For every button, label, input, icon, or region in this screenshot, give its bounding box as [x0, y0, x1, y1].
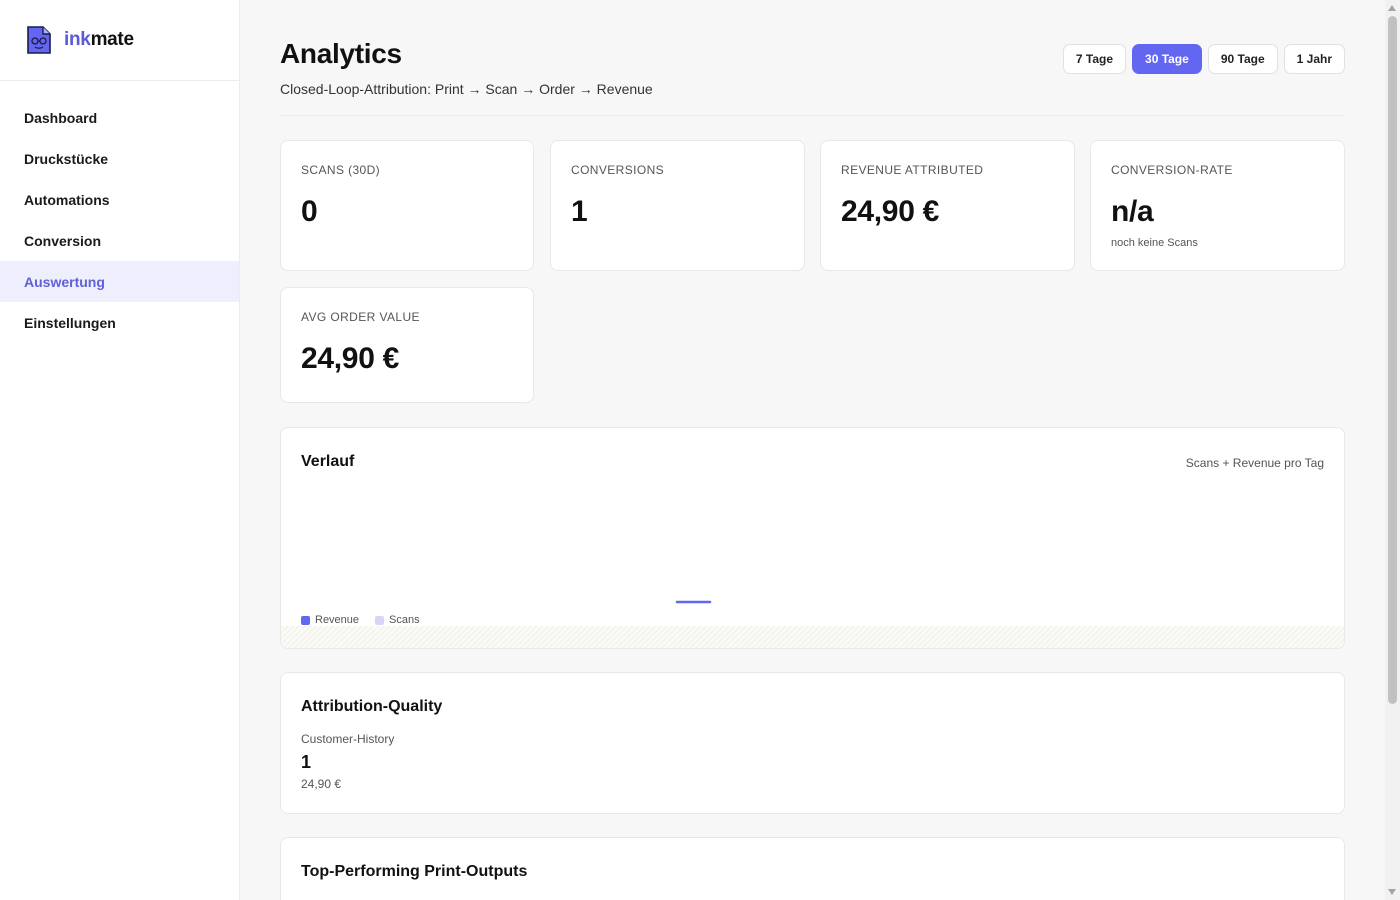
- page-scrollbar[interactable]: [1385, 0, 1400, 900]
- legend-item-scans: Scans: [375, 614, 420, 626]
- range-7-days-button[interactable]: 7 Tage: [1062, 44, 1127, 74]
- kpi-label: CONVERSION-RATE: [1111, 163, 1233, 177]
- sidebar-item-dashboard[interactable]: Dashboard: [0, 97, 239, 138]
- legend-item-revenue: Revenue: [301, 614, 359, 626]
- revenue-swatch: [301, 615, 310, 625]
- kpi-value: 1: [571, 195, 588, 228]
- range-1-year-button[interactable]: 1 Jahr: [1283, 44, 1345, 74]
- kpi-label: SCANS (30D): [301, 163, 381, 177]
- date-range-selector: 7 Tage 30 Tage 90 Tage 1 Jahr: [1062, 44, 1345, 74]
- range-30-days-button[interactable]: 30 Tage: [1132, 44, 1202, 74]
- sidebar-item-automations[interactable]: Automations: [0, 179, 239, 220]
- kpi-value: n/a: [1111, 195, 1154, 228]
- page-header: Analytics Closed-Loop-Attribution: Print…: [280, 0, 1345, 116]
- kpi-value: 24,90 €: [841, 195, 939, 228]
- kpi-card-revenue-attributed: REVENUE ATTRIBUTED 24,90 €: [820, 140, 1075, 271]
- scroll-thumb[interactable]: [1388, 16, 1397, 704]
- chart-footer: [281, 626, 1344, 648]
- customer-history-label: Customer-History: [301, 732, 395, 746]
- kpi-card-scans: SCANS (30D) 0: [280, 140, 534, 271]
- kpi-label: AVG ORDER VALUE: [301, 310, 420, 324]
- sidebar-item-einstellungen[interactable]: Einstellungen: [0, 302, 239, 343]
- chart-card: Verlauf Scans + Revenue pro Tag Revenue …: [280, 427, 1345, 649]
- kpi-value: 24,90 €: [301, 342, 399, 375]
- kpi-label: REVENUE ATTRIBUTED: [841, 163, 984, 177]
- scans-swatch: [375, 615, 385, 625]
- sidebar-item-auswertung[interactable]: Auswertung: [0, 261, 239, 302]
- kpi-value: 0: [301, 195, 318, 228]
- scroll-up-icon[interactable]: [1388, 5, 1396, 11]
- attribution-quality-card: Attribution-Quality Customer-History 1 2…: [280, 672, 1345, 814]
- page-subtitle: Closed-Loop-Attribution: Print → Scan → …: [280, 81, 653, 97]
- customer-history-count: 1: [301, 752, 312, 772]
- kpi-card-avg-order-value: AVG ORDER VALUE 24,90 €: [280, 287, 534, 403]
- inkmate-logo-icon: [27, 26, 51, 54]
- chart-plot: [675, 600, 712, 604]
- top-performing-title: Top-Performing Print-Outputs: [301, 863, 528, 880]
- page-title: Analytics: [280, 38, 402, 69]
- legend-label: Scans: [389, 614, 420, 626]
- kpi-label: CONVERSIONS: [571, 163, 665, 177]
- brand-name: inkmate: [64, 29, 134, 51]
- top-performing-card: Top-Performing Print-Outputs: [280, 837, 1345, 900]
- sidebar: inkmate Dashboard Druckstücke Automation…: [0, 0, 240, 900]
- legend-label: Revenue: [315, 614, 360, 626]
- range-90-days-button[interactable]: 90 Tage: [1207, 44, 1278, 74]
- sidebar-item-druckstuecke[interactable]: Druckstücke: [0, 138, 239, 179]
- brand-name-mate: mate: [90, 29, 134, 50]
- main-content: Analytics Closed-Loop-Attribution: Print…: [280, 0, 1345, 900]
- brand-name-ink: ink: [64, 29, 91, 50]
- kpi-card-conversion-rate: CONVERSION-RATE n/a noch keine Scans: [1090, 140, 1345, 271]
- sidebar-nav: Dashboard Druckstücke Automations Conver…: [0, 81, 239, 343]
- attribution-quality-title: Attribution-Quality: [301, 698, 443, 715]
- scroll-down-icon[interactable]: [1388, 889, 1396, 895]
- kpi-card-conversions: CONVERSIONS 1: [550, 140, 805, 271]
- chart-legend: Revenue Scans: [301, 614, 420, 626]
- sidebar-item-conversion[interactable]: Conversion: [0, 220, 239, 261]
- brand[interactable]: inkmate: [0, 0, 239, 81]
- customer-history-revenue: 24,90 €: [301, 777, 342, 791]
- kpi-hint: noch keine Scans: [1111, 237, 1198, 249]
